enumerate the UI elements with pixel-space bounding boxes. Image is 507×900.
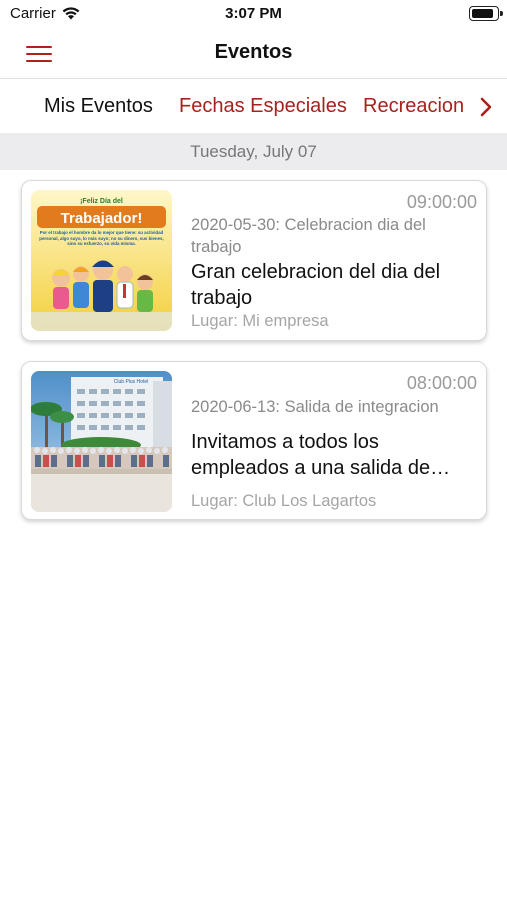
event-title: Invitamos a todos los empleados a una sa… [191, 431, 431, 479]
event-date-subtitle: 2020-06-13: Salida de integracion [191, 398, 439, 416]
category-tabs: Mis Eventos Fechas Especiales Recreacion [0, 80, 507, 133]
navigation-bar: Eventos [0, 28, 507, 79]
event-card[interactable]: Club Plus Hotel 08:00:00 2020-06-13: Sal… [21, 361, 487, 520]
status-bar: Carrier 3:07 PM [0, 0, 507, 28]
thumb-headline: Trabajador! [61, 210, 143, 227]
battery-icon [469, 6, 503, 21]
event-time: 08:00:00 [406, 373, 477, 393]
event-time: 09:00:00 [406, 192, 477, 212]
date-section-header: Tuesday, July 07 [0, 133, 507, 170]
chevron-right-icon[interactable] [477, 96, 495, 118]
event-location: Lugar: Mi empresa [191, 312, 329, 330]
tab-mis-eventos[interactable]: Mis Eventos [44, 95, 153, 118]
tab-fechas-especiales[interactable]: Fechas Especiales [179, 95, 347, 118]
event-card[interactable]: ¡Feliz Día del Trabajador! Por el trabaj… [21, 180, 487, 341]
thumb-quote: Por el trabajo el hombre da lo mejor que… [39, 230, 164, 247]
event-location: Lugar: Club Los Lagartos [191, 492, 377, 510]
event-thumbnail: ¡Feliz Día del Trabajador! Por el trabaj… [31, 190, 172, 331]
event-date-subtitle: 2020-05-30: Celebracion dia del trabajo [191, 216, 426, 256]
event-thumbnail: Club Plus Hotel [31, 371, 172, 512]
page-title: Eventos [214, 41, 293, 63]
tab-recreacion[interactable]: Recreacion [363, 95, 464, 118]
clock: 3:07 PM [225, 5, 282, 22]
battery-level [472, 9, 493, 18]
thumb-sign: Club Plus Hotel [114, 379, 148, 385]
thumb-banner-text: ¡Feliz Día del [80, 198, 123, 205]
event-title: Gran celebracion del dia del trabajo [191, 261, 441, 309]
